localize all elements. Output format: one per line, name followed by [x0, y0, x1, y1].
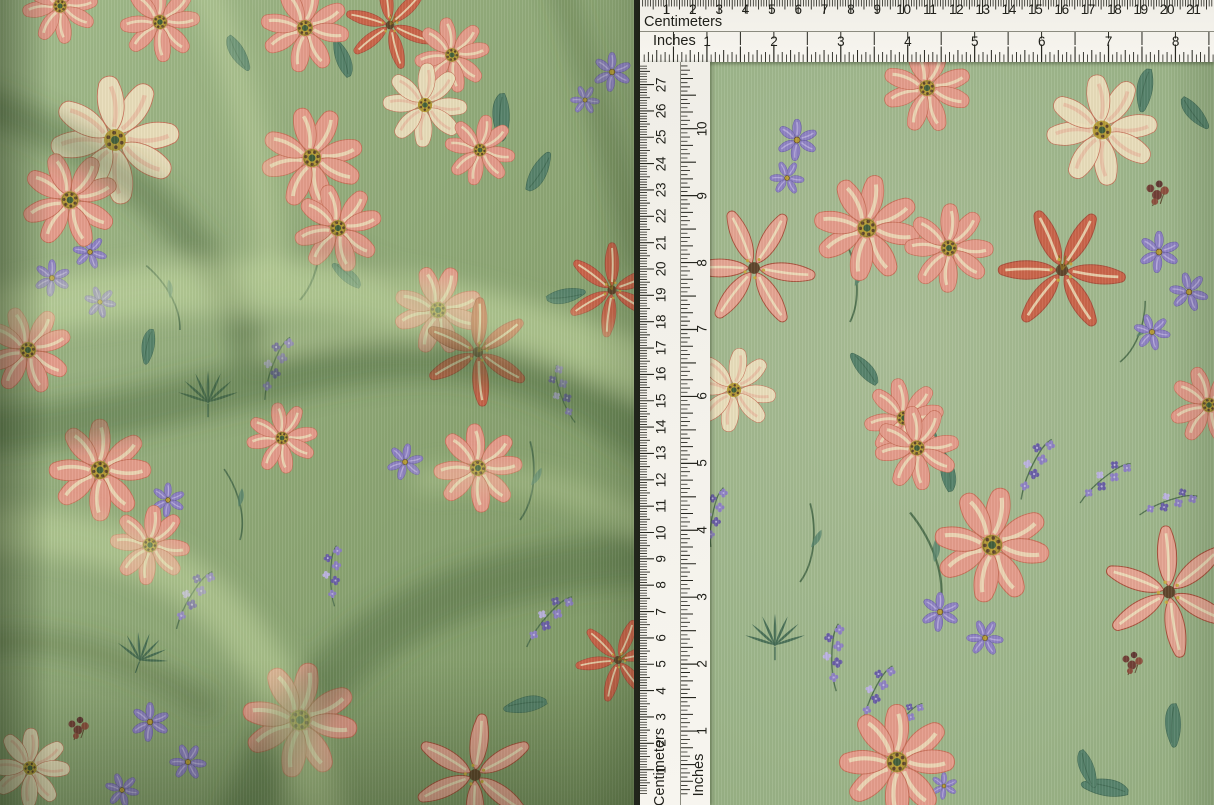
cm-mark-6: 6 — [655, 634, 668, 641]
cm-mark-4: 4 — [655, 687, 668, 694]
cm-mark-20: 20 — [655, 262, 668, 276]
cm-mark-3: 3 — [655, 713, 668, 720]
inch-mark-7: 7 — [696, 326, 709, 333]
cm-mark-2: 2 — [655, 740, 668, 747]
cm-mark-1: 1 — [663, 3, 670, 16]
fabric-product-photo: Centimeters Inches 123456789101112131415… — [0, 0, 1214, 805]
cm-mark-5: 5 — [655, 661, 668, 668]
cm-mark-3: 3 — [715, 3, 722, 16]
inch-mark-4: 4 — [904, 35, 911, 48]
cm-mark-20: 20 — [1160, 3, 1174, 16]
draped-fabric-photo — [0, 0, 634, 805]
cm-mark-19: 19 — [1133, 3, 1147, 16]
cm-mark-11: 11 — [923, 3, 936, 16]
inch-mark-6: 6 — [696, 393, 709, 400]
inch-mark-7: 7 — [1105, 35, 1112, 48]
cm-mark-12: 12 — [655, 473, 668, 487]
cm-mark-14: 14 — [655, 420, 668, 434]
cm-mark-24: 24 — [655, 156, 668, 170]
cm-mark-13: 13 — [655, 446, 668, 460]
inch-mark-1: 1 — [703, 35, 710, 48]
cm-mark-2: 2 — [689, 3, 696, 16]
inch-mark-8: 8 — [1172, 35, 1179, 48]
cm-mark-25: 25 — [655, 130, 668, 144]
inch-mark-1: 1 — [696, 727, 709, 734]
draped-fabric-illustration — [0, 0, 634, 805]
inch-mark-8: 8 — [696, 259, 709, 266]
cm-mark-5: 5 — [768, 3, 775, 16]
cm-mark-19: 19 — [655, 288, 668, 302]
inch-mark-3: 3 — [837, 35, 844, 48]
inch-mark-5: 5 — [696, 460, 709, 467]
cm-mark-11: 11 — [655, 499, 668, 512]
inch-mark-2: 2 — [770, 35, 777, 48]
cm-mark-18: 18 — [655, 314, 668, 328]
cm-mark-12: 12 — [949, 3, 963, 16]
flat-fabric-illustration — [640, 62, 1214, 805]
cm-mark-23: 23 — [655, 183, 668, 197]
cm-mark-4: 4 — [742, 3, 749, 16]
cm-mark-15: 15 — [655, 394, 668, 408]
edge-shading — [640, 62, 1214, 805]
cm-mark-10: 10 — [655, 525, 668, 539]
inch-mark-3: 3 — [696, 594, 709, 601]
vertical-ruler: Centimeters Inches 123456789101112131415… — [640, 62, 710, 805]
horizontal-ruler: Centimeters Inches 123456789101112131415… — [640, 0, 1214, 62]
cm-mark-8: 8 — [847, 3, 854, 16]
bottom-shading — [0, 0, 634, 805]
cm-mark-17: 17 — [655, 341, 668, 355]
cm-mark-26: 26 — [655, 104, 668, 118]
cm-mark-7: 7 — [655, 608, 668, 615]
cm-mark-21: 21 — [1186, 3, 1200, 16]
flat-fabric-photo — [640, 62, 1214, 805]
cm-mark-9: 9 — [874, 3, 881, 16]
cm-mark-16: 16 — [655, 367, 668, 381]
inch-mark-10: 10 — [696, 121, 709, 135]
cm-mark-13: 13 — [975, 3, 989, 16]
cm-mark-18: 18 — [1107, 3, 1121, 16]
cm-mark-16: 16 — [1054, 3, 1068, 16]
inch-mark-6: 6 — [1038, 35, 1045, 48]
inch-mark-2: 2 — [696, 661, 709, 668]
inch-mark-4: 4 — [696, 527, 709, 534]
cm-mark-27: 27 — [655, 77, 668, 91]
inch-mark-5: 5 — [971, 35, 978, 48]
cm-mark-1: 1 — [655, 766, 668, 773]
vertical-ruler-ticks — [640, 62, 710, 805]
cm-mark-22: 22 — [655, 209, 668, 223]
cm-mark-9: 9 — [655, 555, 668, 562]
cm-mark-7: 7 — [821, 3, 828, 16]
cm-mark-14: 14 — [1002, 3, 1016, 16]
cm-mark-21: 21 — [655, 235, 668, 249]
cm-mark-17: 17 — [1081, 3, 1095, 16]
cm-mark-10: 10 — [896, 3, 910, 16]
cm-mark-8: 8 — [655, 582, 668, 589]
cm-mark-15: 15 — [1028, 3, 1042, 16]
inch-mark-9: 9 — [696, 192, 709, 199]
cm-mark-6: 6 — [794, 3, 801, 16]
